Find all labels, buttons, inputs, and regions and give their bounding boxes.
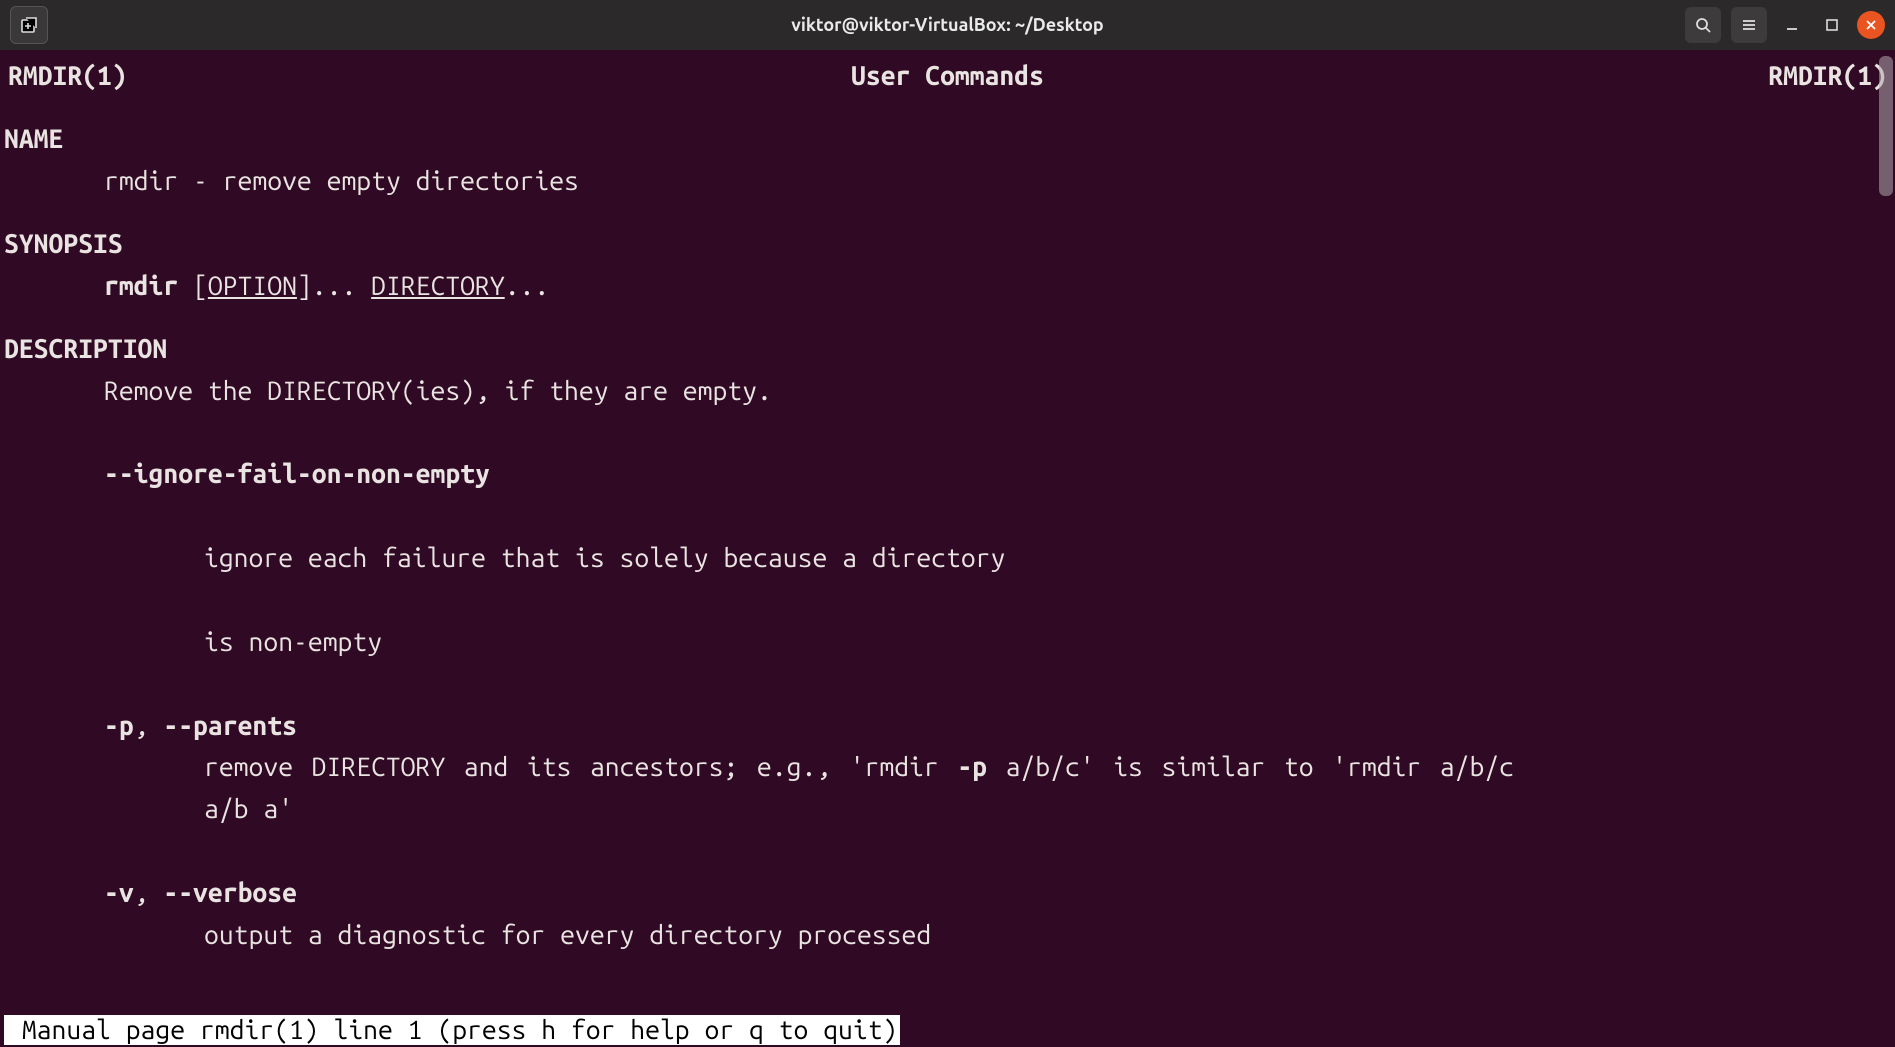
minimize-icon [1784,17,1800,33]
hamburger-icon [1740,16,1758,34]
man-header-center: User Commands [851,56,1044,98]
parents-desc: remove DIRECTORY and its ancestors; e.g.… [4,747,1514,831]
option-p-short: -p [104,711,134,741]
option-v-short: -v [104,878,134,908]
synopsis-cmd: rmdir [104,271,178,301]
synopsis-line: rmdir [OPTION]... DIRECTORY... [4,266,1891,308]
hamburger-menu-button[interactable] [1731,7,1767,43]
option-ignore-fail: --ignore-fail-on-non-empty [4,454,1891,496]
option-verbose-long: --verbose [163,878,297,908]
option-sep-2: , [134,878,164,908]
synopsis-tail: ... [505,271,550,301]
description-line: Remove the DIRECTORY(ies), if they are e… [4,371,1891,413]
man-header-left: RMDIR(1) [8,56,127,98]
ignore-fail-desc-1: ignore each failure that is solely becau… [4,538,1891,580]
man-status-line: Manual page rmdir(1) line 1 (press h for… [4,1015,900,1045]
name-line: rmdir - remove empty directories [4,161,1891,203]
section-description: DESCRIPTION [4,329,1891,371]
terminal-viewport[interactable]: RMDIR(1) User Commands RMDIR(1) NAME rmd… [0,50,1895,1047]
man-page-content: RMDIR(1) User Commands RMDIR(1) NAME rmd… [0,50,1895,1047]
maximize-button[interactable] [1817,10,1847,40]
synopsis-directory: DIRECTORY [371,271,505,301]
man-header-right: RMDIR(1) [1768,56,1887,98]
new-tab-icon [20,16,38,34]
synopsis-rbracket: ]... [297,271,371,301]
option-parents-long: --parents [163,711,297,741]
section-name: NAME [4,119,1891,161]
man-header: RMDIR(1) User Commands RMDIR(1) [4,56,1891,98]
window-title: viktor@viktor-VirtualBox: ~/Desktop [0,15,1895,35]
parents-desc-bold: -p [957,752,987,782]
minimize-button[interactable] [1777,10,1807,40]
option-parents: -p, --parents [4,706,1891,748]
section-synopsis: SYNOPSIS [4,224,1891,266]
verbose-desc: output a diagnostic for every directory … [4,915,1891,957]
close-button[interactable] [1857,11,1885,39]
close-icon [1865,19,1877,31]
parents-desc-a: remove DIRECTORY and its ancestors; e.g.… [204,752,957,782]
synopsis-option: OPTION [208,271,297,301]
maximize-icon [1824,17,1840,33]
new-tab-button[interactable] [10,6,48,44]
search-icon [1694,16,1712,34]
synopsis-lbracket: [ [178,271,208,301]
option-sep: , [134,711,164,741]
option-verbose: -v, --verbose [4,873,1891,915]
ignore-fail-desc-2: is non-empty [4,622,1891,664]
window-titlebar: viktor@viktor-VirtualBox: ~/Desktop [0,0,1895,50]
terminal-scrollbar[interactable] [1877,50,1895,1047]
search-button[interactable] [1685,7,1721,43]
scrollbar-thumb[interactable] [1879,56,1893,196]
